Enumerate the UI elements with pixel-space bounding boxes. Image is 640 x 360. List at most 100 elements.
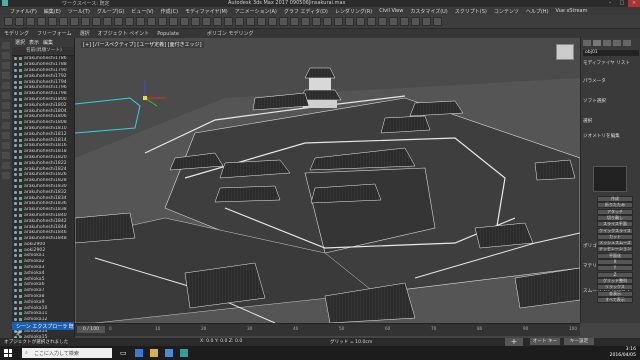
file-explorer-icon[interactable] xyxy=(150,349,158,357)
explorer-filter-icon[interactable] xyxy=(2,172,10,179)
toolbar-tool-icon[interactable] xyxy=(114,17,123,26)
visibility-icon[interactable] xyxy=(14,184,17,188)
command-button[interactable]: 切り離し xyxy=(597,214,633,221)
visibility-icon[interactable] xyxy=(14,86,17,90)
add-time-tag-icon[interactable]: + xyxy=(505,338,523,346)
explorer-filter-icon[interactable] xyxy=(2,82,10,89)
ribbon-tab[interactable]: モデリング xyxy=(4,30,29,37)
menu-item[interactable]: ヘルプ(H) xyxy=(526,8,549,15)
set-key-button[interactable]: キー設定 xyxy=(564,338,594,345)
toolbar-tool-icon[interactable] xyxy=(15,17,24,26)
ribbon-tab[interactable]: オブジェクト ペイント xyxy=(98,30,150,37)
menu-item[interactable]: グラフ エディタ(D) xyxy=(284,8,328,15)
visibility-icon[interactable] xyxy=(14,138,17,142)
visibility-icon[interactable] xyxy=(14,213,17,217)
explorer-filter-icon[interactable] xyxy=(2,92,10,99)
command-button[interactable]: Y xyxy=(597,265,633,272)
visibility-icon[interactable] xyxy=(14,92,17,96)
toolbar-tool-icon[interactable] xyxy=(26,17,35,26)
visibility-icon[interactable] xyxy=(14,248,17,252)
visibility-icon[interactable] xyxy=(14,318,17,322)
toolbar-tool-icon[interactable] xyxy=(312,17,321,26)
ribbon-tab[interactable]: 選択 xyxy=(80,30,90,37)
visibility-icon[interactable] xyxy=(14,173,17,177)
rollout-header[interactable]: パラメータ xyxy=(583,78,639,84)
visibility-icon[interactable] xyxy=(14,277,17,281)
visibility-icon[interactable] xyxy=(14,231,17,235)
explorer-menu-item[interactable]: 表示 xyxy=(29,39,39,46)
visibility-icon[interactable] xyxy=(14,266,17,270)
visibility-icon[interactable] xyxy=(14,155,17,159)
visibility-icon[interactable] xyxy=(14,289,17,293)
visibility-icon[interactable] xyxy=(14,196,17,200)
toolbar-tool-icon[interactable] xyxy=(125,17,134,26)
command-button[interactable]: カット xyxy=(597,233,633,240)
toolbar-tool-icon[interactable] xyxy=(268,17,277,26)
visibility-icon[interactable] xyxy=(14,115,17,119)
time-slider[interactable]: 0 / 100 0 10 20 30 40 50 60 70 80 90 100 xyxy=(75,323,580,336)
command-button[interactable]: 折りたたみ xyxy=(597,202,633,209)
menu-item[interactable]: ファイル(F) xyxy=(10,8,37,15)
visibility-icon[interactable] xyxy=(14,219,17,223)
explorer-column-header[interactable]: 名前(昇順ソート) xyxy=(12,47,74,56)
explorer-filter-icon[interactable] xyxy=(2,112,10,119)
command-button[interactable]: スライス平面 xyxy=(597,221,633,228)
visibility-icon[interactable] xyxy=(14,167,17,171)
explorer-filter-icon[interactable] xyxy=(2,102,10,109)
explorer-menu-item[interactable]: 編集 xyxy=(43,39,53,46)
visibility-icon[interactable] xyxy=(14,150,17,154)
toolbar-tool-icon[interactable] xyxy=(59,17,68,26)
toolbar-tool-icon[interactable] xyxy=(213,17,222,26)
visibility-icon[interactable] xyxy=(14,179,17,183)
taskbar-search-box[interactable]: ⌕ ここに入力して検索 xyxy=(22,348,112,358)
visibility-icon[interactable] xyxy=(14,237,17,241)
command-panel-tabs[interactable] xyxy=(583,40,639,47)
toolbar-tool-icon[interactable] xyxy=(367,17,376,26)
maximize-icon[interactable]: □ xyxy=(616,0,628,7)
command-button[interactable]: アタッチ xyxy=(597,208,633,215)
toolbar-tool-icon[interactable] xyxy=(400,17,409,26)
toolbar-tool-icon[interactable] xyxy=(169,17,178,26)
explorer-status-bar[interactable]: シーン エクスプローラ 既定 xyxy=(12,322,74,337)
command-button[interactable]: すべて表示 xyxy=(597,296,633,303)
toolbar-tool-icon[interactable] xyxy=(48,17,57,26)
toolbar-tool-icon[interactable] xyxy=(81,17,90,26)
visibility-icon[interactable] xyxy=(14,312,17,316)
rollout-header[interactable]: 選択 xyxy=(583,118,639,124)
toolbar-tool-icon[interactable] xyxy=(345,17,354,26)
toolbar-tool-icon[interactable] xyxy=(235,17,244,26)
toolbar-tool-icon[interactable] xyxy=(433,17,442,26)
visibility-icon[interactable] xyxy=(14,80,17,84)
explorer-filter-icon[interactable] xyxy=(2,162,10,169)
toolbar-tool-icon[interactable] xyxy=(257,17,266,26)
visibility-icon[interactable] xyxy=(14,57,17,61)
explorer-filter-icon[interactable] xyxy=(2,52,10,59)
explorer-filter-icon[interactable] xyxy=(2,132,10,139)
store-icon[interactable] xyxy=(165,349,173,357)
toolbar-tool-icon[interactable] xyxy=(37,17,46,26)
toolbar-tool-icon[interactable] xyxy=(279,17,288,26)
menu-item[interactable]: Vue xStream xyxy=(556,8,588,14)
visibility-icon[interactable] xyxy=(14,202,17,206)
explorer-filter-icon[interactable] xyxy=(2,142,10,149)
toolbar-tool-icon[interactable] xyxy=(334,17,343,26)
visibility-icon[interactable] xyxy=(14,63,17,67)
visibility-icon[interactable] xyxy=(14,242,17,246)
menu-item[interactable]: カスタマイズ(U) xyxy=(410,8,447,15)
toolbar-tool-icon[interactable] xyxy=(147,17,156,26)
app-logo-icon[interactable] xyxy=(2,0,8,6)
menu-item[interactable]: ビュー(V) xyxy=(131,8,153,15)
visibility-icon[interactable] xyxy=(14,283,17,287)
ribbon-tab[interactable]: フリーフォーム xyxy=(37,30,72,37)
command-button[interactable]: 非表示 xyxy=(597,290,633,297)
viewcube-icon[interactable] xyxy=(556,44,574,60)
visibility-icon[interactable] xyxy=(14,260,17,264)
auto-key-button[interactable]: オート キー xyxy=(530,338,560,345)
command-button[interactable]: クイックスライス xyxy=(597,227,633,234)
command-button[interactable]: リラックス xyxy=(597,284,633,291)
command-button[interactable]: テッセレーション xyxy=(597,246,633,253)
time-slider-handle[interactable]: 0 / 100 xyxy=(77,326,105,333)
menu-item[interactable]: スクリプト(S) xyxy=(455,8,487,15)
toolbar-tool-icon[interactable] xyxy=(422,17,431,26)
toolbar-tool-icon[interactable] xyxy=(389,17,398,26)
